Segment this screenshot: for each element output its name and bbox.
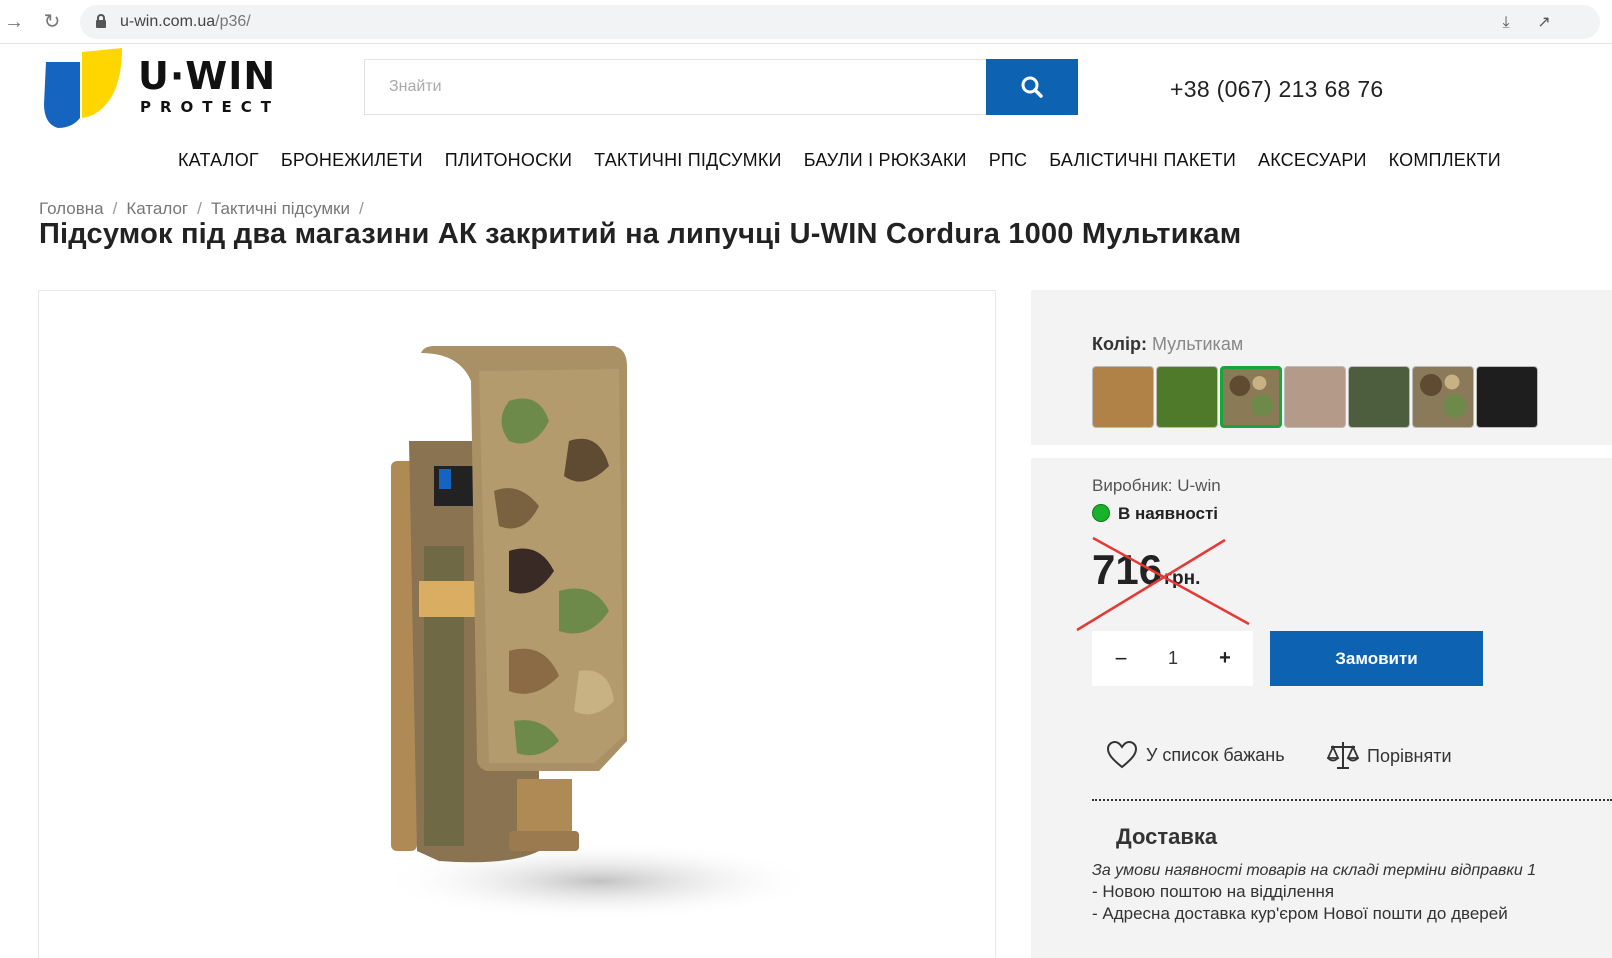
breadcrumb-separator: / — [197, 199, 202, 218]
page-title: Підсумок під два магазини АК закритий на… — [39, 218, 1242, 250]
product-photo — [379, 346, 819, 921]
color-swatch-coyote[interactable] — [1092, 366, 1154, 428]
order-button[interactable]: Замовити — [1270, 631, 1483, 686]
forward-arrow-icon[interactable]: → — [2, 10, 26, 34]
color-swatch-tan[interactable] — [1284, 366, 1346, 428]
quantity-decrease-button[interactable]: − — [1096, 631, 1146, 686]
color-swatch-ranger-green[interactable] — [1348, 366, 1410, 428]
divider — [1092, 799, 1612, 801]
breadcrumb-tactical-pouches[interactable]: Тактичні підсумки — [211, 199, 350, 218]
price-currency: грн. — [1164, 568, 1201, 589]
color-panel: Колір: Мультикам — [1031, 290, 1612, 445]
heart-icon — [1106, 740, 1138, 769]
nav-item-ballistic-packages[interactable]: БАЛІСТИЧНІ ПАКЕТИ — [1049, 150, 1236, 171]
phone-number[interactable]: +38 (067) 213 68 76 — [1170, 76, 1384, 103]
download-icon[interactable]: ⤓ — [1496, 13, 1516, 33]
lock-icon — [96, 14, 106, 28]
quantity-stepper: − 1 + — [1092, 631, 1253, 686]
search-button[interactable] — [986, 59, 1078, 115]
logo-mark-icon — [44, 48, 122, 128]
color-swatch-pixel[interactable] — [1412, 366, 1474, 428]
main-nav: КАТАЛОГ БРОНЕЖИЛЕТИ ПЛИТОНОСКИ ТАКТИЧНІ ПІД… — [178, 150, 1523, 180]
breadcrumb-catalog[interactable]: Каталог — [126, 199, 188, 218]
nav-item-kits[interactable]: КОМПЛЕКТИ — [1389, 150, 1501, 171]
color-label: Колір: Мультикам — [1092, 334, 1244, 354]
delivery-title: Доставка — [1116, 824, 1218, 849]
color-swatch-black[interactable] — [1476, 366, 1538, 428]
in-stock-dot-icon — [1092, 504, 1110, 522]
color-swatch-olive-green[interactable] — [1156, 366, 1218, 428]
price-amount: 716 — [1092, 546, 1163, 593]
browser-bar: → ↻ u-win.com.ua/p36/ ⤓ ↗ — [0, 0, 1612, 44]
search-input[interactable] — [364, 59, 986, 115]
breadcrumb-home[interactable]: Головна — [39, 199, 104, 218]
search-bar — [364, 59, 1078, 115]
compare-button[interactable]: Порівняти — [1326, 740, 1452, 772]
nav-item-plate-carriers[interactable]: ПЛИТОНОСКИ — [445, 150, 572, 171]
reload-icon[interactable]: ↻ — [40, 10, 64, 34]
color-swatch-multicam[interactable] — [1220, 366, 1282, 428]
breadcrumb-separator: / — [358, 199, 364, 218]
manufacturer: Виробник: U-win — [1092, 476, 1221, 495]
nav-item-rps[interactable]: РПС — [989, 150, 1028, 171]
nav-item-tactical-pouches[interactable]: ТАКТИЧНІ ПІДСУМКИ — [594, 150, 782, 171]
breadcrumb-separator: / — [112, 199, 118, 218]
nav-item-body-armor[interactable]: БРОНЕЖИЛЕТИ — [281, 150, 423, 171]
search-icon — [1021, 76, 1043, 98]
share-icon[interactable]: ↗ — [1534, 13, 1554, 33]
logo[interactable]: U·WIN PROTECT — [42, 48, 292, 128]
nav-item-accessories[interactable]: АКСЕСУАРИ — [1258, 150, 1367, 171]
url-text: u-win.com.ua/p36/ — [120, 13, 251, 30]
logo-wordmark: U·WIN — [138, 54, 277, 98]
quantity-value[interactable]: 1 — [1147, 631, 1199, 686]
quantity-increase-button[interactable]: + — [1200, 631, 1250, 686]
price: 716 грн. — [1092, 546, 1200, 594]
logo-subtitle: PROTECT — [140, 98, 281, 116]
breadcrumb: Головна / Каталог / Тактичні підсумки / — [39, 199, 373, 219]
delivery-note: За умови наявності товарів на складі тер… — [1092, 862, 1537, 879]
address-bar[interactable]: u-win.com.ua/p36/ ⤓ ↗ — [80, 5, 1600, 39]
delivery-item: - Адресна доставка кур'єром Нової пошти … — [1092, 904, 1508, 923]
scales-icon — [1326, 742, 1360, 769]
purchase-panel: Виробник: U-win В наявності 716 грн. − 1 … — [1031, 458, 1612, 958]
stock-status: В наявності — [1092, 504, 1218, 524]
product-image[interactable] — [38, 290, 996, 958]
nav-item-bags-backpacks[interactable]: БАУЛИ І РЮКЗАКИ — [804, 150, 967, 171]
wishlist-button[interactable]: У список бажань — [1106, 740, 1285, 772]
nav-item-catalog[interactable]: КАТАЛОГ — [178, 150, 259, 171]
delivery-item: - Новою поштою на відділення — [1092, 882, 1335, 901]
